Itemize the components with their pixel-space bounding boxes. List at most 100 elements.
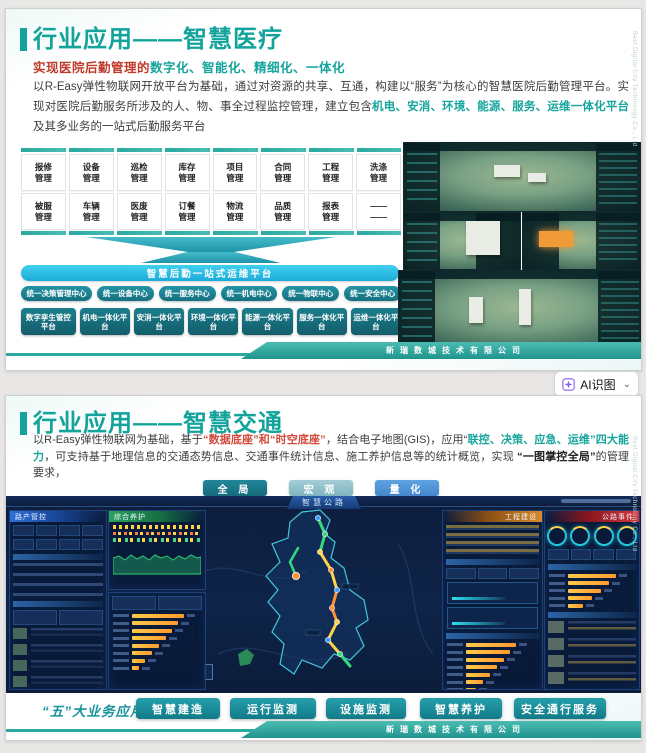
app-button: 运行监测 (230, 698, 316, 719)
platform-button: 数字孪生管控平台 (21, 308, 76, 335)
platform-button: 机电一体化平台 (79, 308, 131, 335)
bar-row (113, 643, 201, 648)
app-button: 智慧建造 (136, 698, 220, 719)
section-header-decor (446, 559, 539, 565)
hud-left-decor (407, 223, 437, 263)
body-text: 以R-Easy弹性物联网为基础，基于 (33, 434, 203, 446)
bar-row (113, 621, 201, 625)
company-name: 新瑞数城技术有限公司 (386, 346, 526, 355)
ai-recognize-button[interactable]: AI识图 ⌄ (554, 371, 639, 397)
orange-building-decor (539, 231, 573, 247)
module-cell: 项目 管理 (212, 154, 258, 191)
green-area (238, 649, 254, 666)
event-photo-list-decor (548, 620, 636, 687)
body-highlight-bold: “一图掌控全局” (517, 450, 596, 463)
platform-button: 环境一体化平台 (188, 308, 239, 335)
stats-chips (548, 549, 636, 560)
center-pill: 统一物联中心 (282, 286, 340, 301)
region-boundary (265, 509, 369, 675)
bar-row (113, 613, 201, 618)
hud-right-decor (599, 153, 637, 205)
hud-right-decor (599, 223, 637, 263)
stats-chips (13, 525, 103, 536)
bar-row (113, 651, 201, 655)
slide1-subtitle: 实现医院后勤管理的数字化、智能化、精细化、一体化 (33, 57, 345, 76)
center-pill: 统一决策管理中心 (21, 286, 92, 301)
subtitle-red-part: 实现医院后勤管理的 (33, 61, 151, 75)
bar-row (549, 581, 635, 585)
gauge-ring (546, 526, 567, 546)
hospital-dashboard-image-1 (403, 142, 641, 212)
section-header-decor (548, 611, 636, 618)
bar-row (113, 658, 201, 663)
event-gauges (545, 526, 639, 546)
funnel-bottom (141, 252, 281, 263)
panel-header: 综合养护 (109, 511, 205, 522)
body-highlight-teal: 机电、安消、环境、能源、服务、运维一体化平台 (372, 101, 630, 113)
road-events-panel: 公路事件 (544, 510, 640, 690)
traffic-dashboard-image: 智慧公路 路产管控 综合养护 工程建设 公路事件 (6, 496, 641, 693)
app-button: 安全通行服务 (514, 698, 606, 719)
gauge-ring (593, 526, 614, 546)
building-decor (528, 173, 546, 182)
view-button-quantify: 量 化 (375, 480, 439, 496)
company-name: 新瑞数城技术有限公司 (386, 725, 526, 734)
bar-row (549, 573, 635, 578)
center-pill: 统一服务中心 (158, 286, 216, 301)
chevron-down-icon[interactable]: ⌄ (623, 379, 631, 390)
module-grid-top-bars (21, 148, 401, 152)
hospital-dashboard-image-4 (398, 270, 641, 348)
building-decor (466, 221, 500, 255)
dashboard-datetime-decor (561, 499, 631, 503)
building-decor (519, 289, 531, 325)
module-cell: 医废 管理 (116, 193, 162, 230)
module-grid-bottom-bars (21, 231, 401, 235)
slide1-body: 以R-Easy弹性物联网开放平台为基础，通过对资源的共享、互通，构建以“服务”为… (33, 77, 629, 137)
business-apps-label: “五”大业务应用 (42, 704, 145, 719)
stats-chips (13, 539, 103, 550)
platform-buttons-row: 数字孪生管控平台 机电一体化平台 安消一体化平台 环境一体化平台 能源一体化平台… (21, 308, 402, 335)
gauge-ring (570, 526, 591, 546)
bar-row (447, 687, 538, 689)
footer-ribbon: 新瑞数城技术有限公司 (241, 721, 641, 738)
body-text-tail: 及其多业务的一站式后勤服务平台 (33, 121, 206, 133)
hud-right-decor (601, 281, 639, 341)
module-cell: 车辆 管理 (68, 193, 114, 230)
title-accent-bar (20, 28, 27, 51)
funnel-top (86, 237, 336, 252)
hud-left-decor (407, 153, 437, 205)
unified-centers-row: 统一决策管理中心 统一设备中心 统一服务中心 统一机电中心 统一物联中心 统一安… (21, 286, 401, 301)
bar-row (113, 666, 201, 670)
status-dots-row (113, 538, 201, 542)
body-text: ，可支持基于地理信息的交通态势信息、交通事件统计信息、施工养护信息等的统计概览，… (44, 450, 518, 463)
traffic-map (198, 509, 434, 675)
platform-button: 能源一体化平台 (242, 308, 293, 335)
platform-button: 安消一体化平台 (134, 308, 185, 335)
center-pill: 统一机电中心 (220, 286, 278, 301)
module-cell: 品质 管理 (260, 193, 306, 230)
module-cell: 设备 管理 (68, 154, 114, 191)
module-cell: 报修 管理 (21, 154, 66, 191)
road-asset-panel: 路产管控 (9, 510, 107, 690)
app-button: 智慧养护 (420, 698, 502, 719)
project-card-decor (447, 607, 538, 629)
watermark-text: Best Digital City Technology Co., Ltd (631, 31, 637, 147)
body-text: ，结合电子地图(GIS)，应用“ (325, 434, 468, 446)
module-cell: 订餐 管理 (164, 193, 210, 230)
bar-row (447, 657, 538, 662)
section-header-decor (13, 554, 103, 560)
footer-ribbon: 新瑞数城技术有限公司 (241, 342, 641, 359)
panel-header: 路产管控 (10, 511, 106, 522)
slide1-title: 行业应用——智慧医疗 (33, 26, 283, 53)
bar-row (549, 588, 635, 593)
maintenance-panel: 综合养护 (108, 510, 206, 590)
panel-header: 工程建设 (443, 511, 542, 522)
center-pill: 统一设备中心 (97, 286, 154, 301)
app-button: 设施监测 (326, 698, 406, 719)
view-button-global: 全 局 (203, 480, 267, 496)
module-cell: 物流 管理 (212, 193, 258, 230)
module-cell: —— —— (356, 193, 401, 230)
hud-left-decor (402, 281, 432, 341)
title-accent-bar (20, 412, 27, 435)
section-header-decor (548, 564, 636, 570)
